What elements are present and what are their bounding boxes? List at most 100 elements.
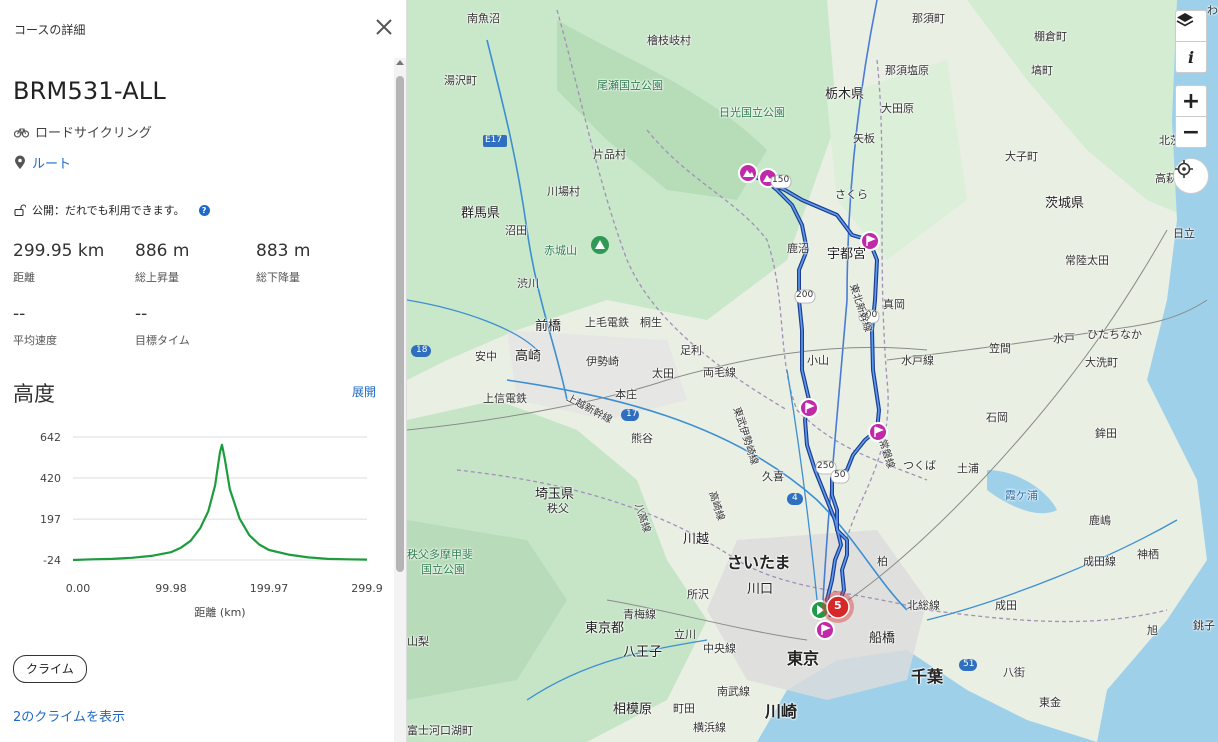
stat-label: 目標タイム [135,334,190,347]
layers-button[interactable] [1175,10,1207,42]
info-button[interactable]: i [1175,41,1207,73]
stat-target-time: -- 目標タイム [135,304,190,348]
panel-scrollbar[interactable] [394,58,406,742]
panel-header: コースの詳細 [14,23,86,37]
map-place-label: 鹿嶋 [1089,514,1111,527]
map-place-label: 伊勢崎 [586,355,619,368]
map-view[interactable]: 150 200 100 250 50 17 18 4 51 E17 5 南魚沼檜… [407,0,1218,742]
map-place-label: 千葉 [911,667,944,686]
elevation-line [72,443,368,562]
road-number: 17 [626,409,638,419]
map-place-label: 矢板 [853,132,875,145]
course-details-panel: コースの詳細 BRM531-ALL ロードサイクリング ルート 公開：だれでも利… [0,0,407,742]
stat-distance: 299.95 km 距離 [13,241,104,285]
road-number: E17 [485,135,503,145]
map-place-label: 日立 [1173,227,1195,240]
map-place-label: 東京 [787,649,820,668]
zoom-in-button[interactable]: + [1175,85,1207,117]
map-place-label: 沼田 [505,224,527,237]
map-place-label: 安中 [475,350,497,363]
route-link[interactable]: ルート [32,153,71,172]
stat-total-ascent: 886 m 総上昇量 [135,241,189,285]
x-tick-label: 0.00 [66,582,91,595]
map-place-label: 上毛電鉄 [585,316,629,329]
checkpoint-marker[interactable] [738,163,758,183]
map-place-label: ひたちなか [1087,328,1142,341]
map-place-label: 川場村 [547,185,580,198]
road-number: 18 [416,345,428,355]
elevation-title: 高度 [13,382,55,406]
road-number: 200 [796,290,814,300]
map-place-label: 宇都宮 [827,247,867,262]
map-place-label: 銚子 [1193,619,1215,632]
stat-average-speed: -- 平均速度 [13,304,57,348]
visibility-label: 公開：だれでも利用できます。 [32,204,185,217]
stat-value: -- [135,304,148,324]
info-icon[interactable]: ? [198,204,210,216]
finish-flag-marker[interactable] [815,620,835,640]
map-place-label: 那須町 [912,12,945,25]
road-number: 51 [963,659,975,669]
map-place-label: 成田 [995,599,1017,612]
stat-label: 総上昇量 [135,271,179,284]
y-tick-label: 197 [40,513,61,526]
map-place-label: 本庄 [615,388,637,401]
map-place-label: 土浦 [957,462,979,475]
map-place-label: 大子町 [1005,150,1038,163]
course-title: BRM531-ALL [13,77,166,105]
map-base [407,0,1218,742]
bicycle-icon [14,127,29,138]
zoom-out-button[interactable]: − [1175,116,1207,148]
climb-chip[interactable]: クライム [13,655,87,683]
map-place-label: 所沢 [687,588,709,601]
expand-link[interactable]: 展開 [352,383,376,400]
visibility-row: 公開：だれでも利用できます。 ? [14,202,210,218]
map-place-label: 東京都 [585,621,625,636]
map-place-label: 成田線 [1083,555,1116,568]
map-place-label: 鉾田 [1095,427,1117,440]
map-place-label: 笠間 [989,342,1011,355]
stat-label: 距離 [13,271,35,284]
road-number: 50 [834,470,846,480]
map-place-label: 日光国立公園 [719,106,785,119]
x-tick-label: 299.9 [351,582,383,595]
map-place-label: 南武線 [717,685,750,698]
close-button[interactable] [373,16,395,38]
map-place-label: つくば [903,459,936,472]
road-number: 4 [792,493,798,503]
checkpoint-flag-marker[interactable] [799,398,819,418]
map-place-label: 秩父多摩甲斐 [407,548,473,561]
route-row[interactable]: ルート [14,153,71,172]
map-place-label: 秩父 [547,502,569,515]
map-place-label: 渋川 [517,277,539,290]
map-place-label: 川口 [747,582,774,597]
marker-cluster-count: 5 [834,599,842,612]
x-axis-label: 距離 (km) [194,605,245,619]
map-place-label: 国立公園 [421,563,465,576]
y-tick-label: 642 [40,431,61,444]
map-place-label: 棚倉町 [1034,30,1067,43]
elevation-chart[interactable]: 642 420 197 -24 0.00 99.98 199.97 299.9 距離 (km) [0,420,394,630]
stat-value: -- [13,304,26,324]
scroll-thumb[interactable] [396,76,404,572]
map-place-label: さくら [835,188,868,201]
map-place-label: 霞ケ浦 [1005,489,1038,502]
map-place-label: 横浜線 [693,721,726,734]
map-place-label: 富士河口湖町 [407,724,473,737]
map-place-label: 相模原 [613,702,653,717]
map-place-label: 栃木県 [825,87,865,102]
show-climbs-link[interactable]: 2のクライムを表示 [13,706,125,725]
map-place-label: 両毛線 [703,366,736,379]
road-number: 150 [772,175,790,185]
location-pin-icon [15,155,25,169]
map-place-label: 水戸 [1053,332,1075,345]
y-tick-label: 420 [40,472,61,485]
scroll-up-arrow-icon[interactable] [396,60,404,65]
locate-button[interactable] [1173,158,1209,194]
map-place-label: 久喜 [762,470,784,483]
map-place-label: 真岡 [883,298,905,311]
map-place-label: 大洗町 [1085,356,1118,369]
stat-value: 299.95 km [13,241,105,261]
map-place-label: 群馬県 [461,206,501,221]
crosshair-icon [1175,160,1193,178]
